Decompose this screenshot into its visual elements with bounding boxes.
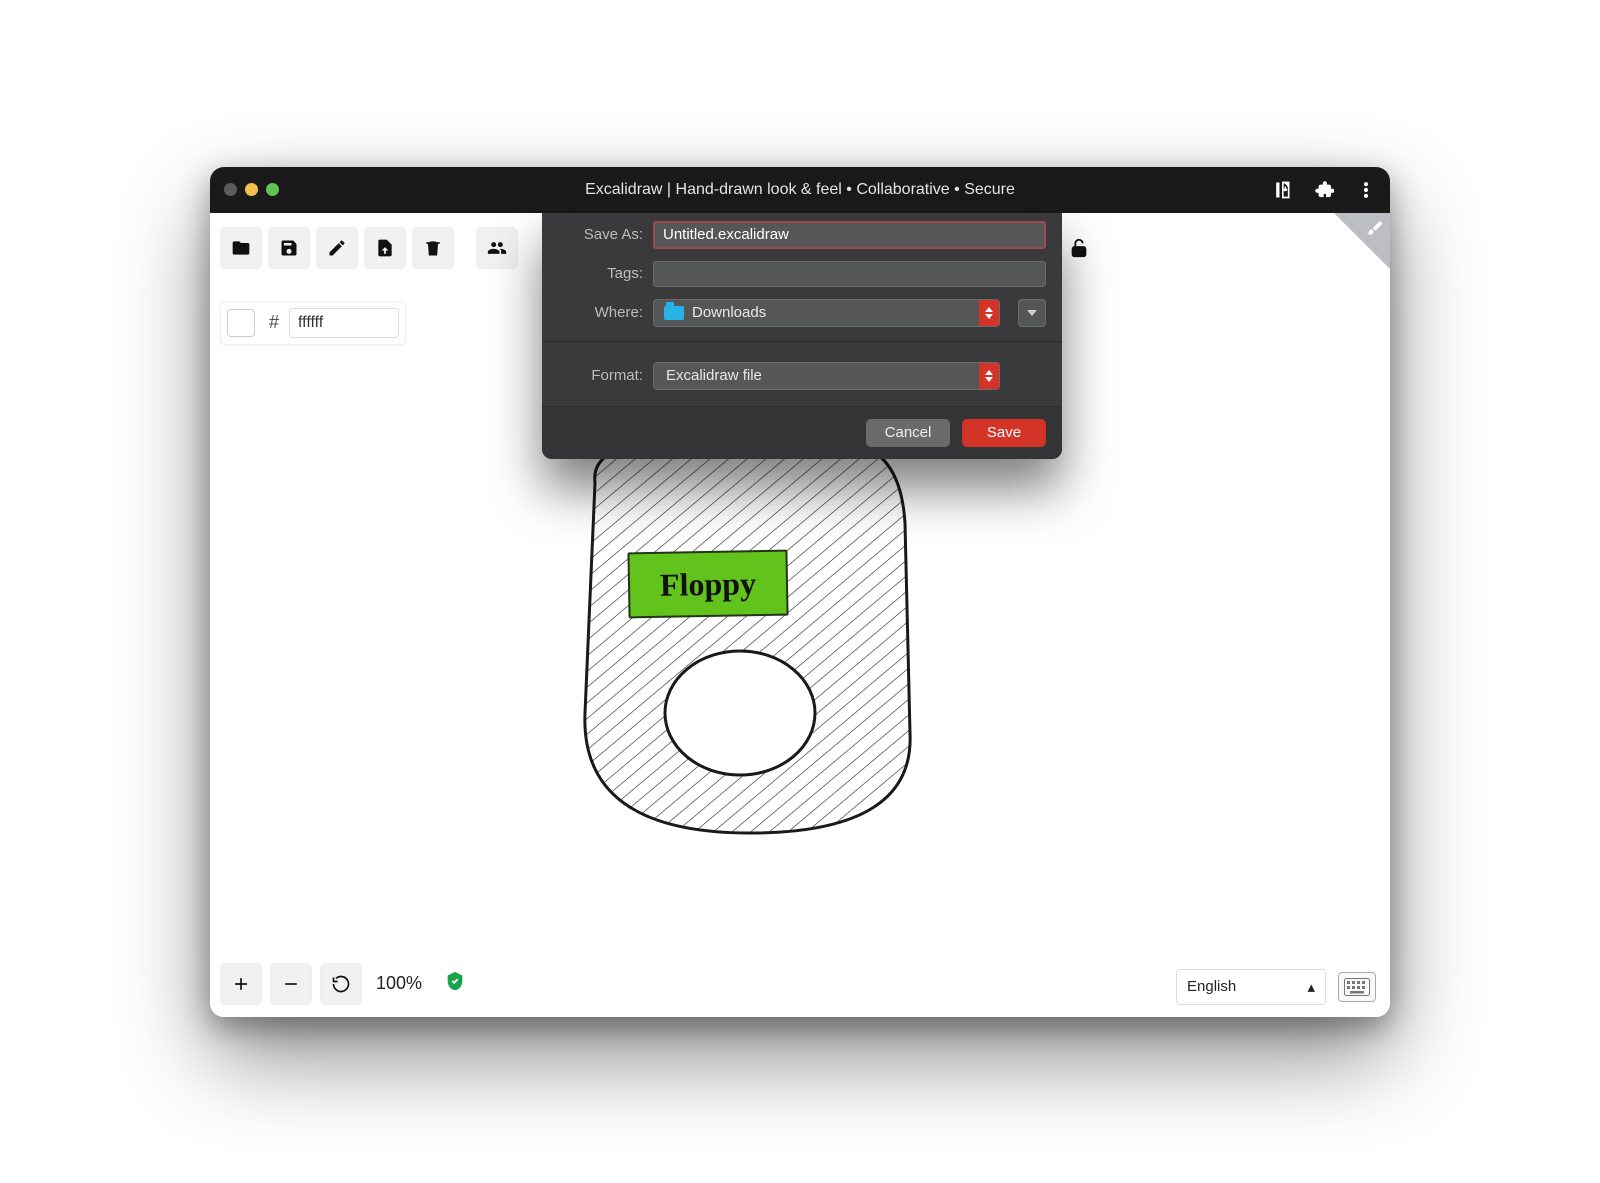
expand-dialog-button[interactable] bbox=[1018, 299, 1046, 327]
hash-label: # bbox=[263, 312, 281, 333]
close-window-button[interactable] bbox=[224, 183, 237, 196]
drawing-canvas[interactable]: A 8 # bbox=[210, 213, 1390, 1017]
where-stepper-icon bbox=[979, 300, 999, 326]
folder-icon bbox=[664, 306, 684, 320]
drawing-floppy: Floppy bbox=[540, 413, 940, 843]
zoom-reset-button[interactable] bbox=[320, 963, 362, 1005]
background-color-input[interactable] bbox=[289, 308, 399, 338]
zoom-out-button[interactable] bbox=[270, 963, 312, 1005]
paint-brush-icon bbox=[1366, 219, 1384, 242]
extensions-icon[interactable] bbox=[1314, 180, 1334, 200]
file-toolbar bbox=[220, 227, 518, 269]
minimize-window-button[interactable] bbox=[245, 183, 258, 196]
install-app-icon[interactable] bbox=[1272, 180, 1292, 200]
background-color-swatch[interactable] bbox=[227, 309, 255, 337]
canvas-background-panel: # bbox=[220, 301, 406, 345]
filename-input[interactable] bbox=[653, 221, 1046, 249]
save-as-button[interactable] bbox=[316, 227, 358, 269]
save-dialog: Save As: Tags: Where: Downloads bbox=[542, 213, 1062, 459]
zoom-window-button[interactable] bbox=[266, 183, 279, 196]
keyboard-shortcuts-button[interactable] bbox=[1338, 972, 1376, 1002]
language-value: English bbox=[1187, 978, 1236, 995]
zoom-level[interactable]: 100% bbox=[370, 973, 428, 994]
format-stepper-icon bbox=[979, 363, 999, 389]
where-select[interactable]: Downloads bbox=[653, 299, 1000, 327]
zoom-controls: 100% bbox=[220, 963, 466, 1005]
confirm-save-button[interactable]: Save bbox=[962, 419, 1046, 447]
tags-input[interactable] bbox=[653, 261, 1046, 287]
browser-menu-icon[interactable] bbox=[1356, 180, 1376, 200]
cancel-button[interactable]: Cancel bbox=[866, 419, 950, 447]
open-button[interactable] bbox=[220, 227, 262, 269]
traffic-lights bbox=[224, 183, 279, 196]
browser-window: Excalidraw | Hand-drawn look & feel • Co… bbox=[210, 167, 1390, 1017]
format-select[interactable]: Excalidraw file bbox=[653, 362, 1000, 390]
floppy-label: Floppy bbox=[627, 549, 788, 618]
bottom-right-controls: English ▴ bbox=[1176, 969, 1376, 1005]
divider bbox=[542, 341, 1062, 342]
clear-canvas-button[interactable] bbox=[412, 227, 454, 269]
app-viewport: A 8 # bbox=[210, 213, 1390, 1017]
format-value: Excalidraw file bbox=[666, 367, 762, 384]
titlebar: Excalidraw | Hand-drawn look & feel • Co… bbox=[210, 167, 1390, 213]
tags-label: Tags: bbox=[558, 265, 643, 282]
format-label: Format: bbox=[558, 367, 643, 384]
collaborate-button[interactable] bbox=[476, 227, 518, 269]
language-select[interactable]: English ▴ bbox=[1176, 969, 1326, 1005]
lock-tool-button[interactable] bbox=[1068, 237, 1090, 264]
page-title: Excalidraw | Hand-drawn look & feel • Co… bbox=[210, 181, 1390, 199]
export-button[interactable] bbox=[364, 227, 406, 269]
zoom-in-button[interactable] bbox=[220, 963, 262, 1005]
encryption-shield-icon[interactable] bbox=[444, 970, 466, 998]
where-value: Downloads bbox=[692, 304, 766, 321]
save-button[interactable] bbox=[268, 227, 310, 269]
save-as-label: Save As: bbox=[558, 226, 643, 243]
chevron-up-icon: ▴ bbox=[1307, 978, 1315, 996]
where-label: Where: bbox=[558, 304, 643, 321]
